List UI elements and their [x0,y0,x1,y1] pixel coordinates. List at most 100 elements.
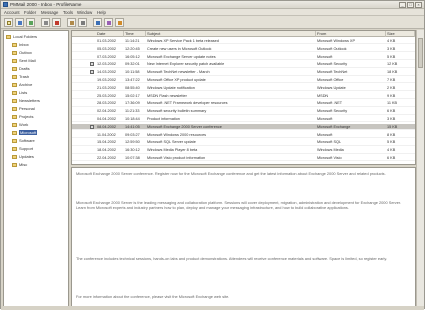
print-icon [44,21,48,25]
forward-button[interactable] [26,18,35,27]
maximize-button[interactable]: □ [407,2,414,8]
message-subject: Microsoft .NET Framework developer resou… [147,101,228,106]
folder-label: Misc [19,162,28,167]
message-row[interactable]: 01.03.2002 11:14:21 Windows XP Service Pac… [72,38,415,45]
minimize-button[interactable]: _ [399,2,406,8]
filter-button[interactable] [104,18,113,27]
message-list[interactable]: Date Time Subject From Size 01.03.2002 11… [71,30,416,165]
column-date[interactable]: Date [96,31,124,37]
menu-window[interactable]: Window [77,10,92,15]
message-row[interactable]: 19.03.2002 13:47:22 Microsoft Office XP pr… [72,77,415,84]
folder-icon [12,131,17,135]
title-bar[interactable]: PMMail 2000 - Inbox - ProfileName _ □ × [1,1,424,9]
message-row[interactable]: 21.03.2002 08:55:40 Windows Update notific… [72,85,415,92]
folder-item[interactable]: Trash [12,74,29,80]
message-size: 11 KB [387,101,398,106]
reply-icon [18,21,22,25]
scrollbar-thumb[interactable] [418,38,423,68]
column-subject[interactable]: Subject [146,31,316,37]
folder-item[interactable]: Updates [12,154,34,160]
folder-icon [12,75,17,79]
folder-label: Updates [19,154,34,159]
folder-item[interactable]: Sent Mail [12,58,36,64]
message-size: 9 KB [387,93,396,98]
message-row[interactable]: 07.03.2002 16:05:12 Microsoft Exchange Ser… [72,54,415,60]
folder-icon [12,67,17,71]
delete-button[interactable] [52,18,61,27]
folder-item[interactable]: Archive [12,82,32,88]
message-subject: Microsoft Office XP product update [147,78,206,82]
message-row[interactable]: 04.04.2002 10:18:44 Product information Mic… [72,116,415,123]
message-row[interactable]: 08.04.2002 14:41:05 Microsoft Exchange 200… [72,123,415,131]
folder-item[interactable]: Projects [12,114,33,120]
message-date: 19.03.2002 [97,78,117,82]
message-time: 10:11:58 [125,70,140,75]
folder-icon [12,99,17,103]
message-time: 17:36:09 [125,101,140,106]
address-book-button[interactable] [67,18,76,27]
message-row[interactable]: 02.04.2002 11:21:33 Microsoft security bul… [72,108,415,115]
folder-icon [12,83,17,87]
folder-item[interactable]: Outbox [12,50,32,56]
message-row[interactable]: 28.03.2002 17:36:09 Microsoft .NET Framewo… [72,100,415,107]
folder-item[interactable]: Inbox [12,42,29,48]
vertical-scrollbar[interactable] [416,30,424,308]
print-button[interactable] [41,18,50,27]
folder-item[interactable]: Lists [12,90,27,96]
folder-icon [12,139,17,143]
message-date: 01.03.2002 [97,39,117,43]
menu-tools[interactable]: Tools [63,10,73,15]
menu-folder[interactable]: Folder [24,10,36,15]
message-date: 07.03.2002 [97,54,117,59]
attach-icon [81,21,85,25]
folder-item[interactable]: Microsoft [12,130,38,136]
menu-help[interactable]: Help [97,10,106,15]
menu-message[interactable]: Message [41,10,58,15]
folder-label: Personal [19,106,35,111]
send-receive-button[interactable] [93,18,102,27]
folder-label: Microsoft [19,130,38,135]
folder-item[interactable]: Misc [12,162,27,168]
message-preview[interactable]: Microsoft Exchange 2000 Server conferenc… [71,167,416,308]
message-row[interactable]: 18.04.2002 16:30:12 Windows Media Player 8… [72,147,415,154]
message-row[interactable]: 25.03.2002 15:02:17 MSDN Flash newsletter M… [72,93,415,99]
reply-button[interactable] [15,18,24,27]
folder-item[interactable]: Work [12,122,28,128]
folder-item[interactable]: Personal [12,106,35,112]
folder-item[interactable]: Support [12,146,33,152]
message-row[interactable]: 15.04.2002 12:59:50 Microsoft SQL Server u… [72,139,415,146]
message-date: 18.04.2002 [97,148,117,153]
message-date: 12.03.2002 [97,62,117,67]
message-row[interactable]: 14.03.2002 10:11:58 Microsoft TechNet news… [72,69,415,76]
message-size: 2 KB [387,85,396,90]
column-time[interactable]: Time [124,31,146,37]
folder-tree[interactable]: Local Folders Inbox Outbox Sent Mail Drafts T… [3,30,69,308]
folder-item[interactable]: Local Folders [6,34,37,40]
column-from[interactable]: From [316,31,386,37]
attachment-icon [90,70,94,75]
message-from: Microsoft [317,132,333,137]
message-date: 11.04.2002 [97,132,116,137]
folder-item[interactable]: Software [12,138,35,144]
new-mail-icon [7,21,11,25]
folder-item[interactable]: Drafts [12,66,30,72]
message-from: MSDN [317,93,329,98]
column-size[interactable]: Size [386,31,415,37]
search-button[interactable] [115,18,124,27]
preview-paragraph: Microsoft Exchange 2000 Server conferenc… [76,171,386,176]
menu-account[interactable]: Account [4,10,20,15]
folder-item[interactable]: Newsletters [12,98,40,104]
message-date: 04.04.2002 [97,117,117,121]
application-window: PMMail 2000 - Inbox - ProfileName _ □ × … [0,0,425,310]
folder-label: Inbox [19,42,29,47]
message-from: Windows Update [317,85,346,90]
close-button[interactable]: × [415,2,422,8]
attach-button[interactable] [78,18,87,27]
message-row[interactable]: 05.03.2002 12:20:45 Create new users in Mi… [72,46,415,53]
new-mail-button[interactable] [4,18,13,27]
message-row[interactable]: 11.04.2002 09:03:27 Microsoft Windows 2000… [72,132,415,138]
message-row[interactable]: 22.04.2002 10:07:38 Microsoft Visio produc… [72,155,415,162]
message-row[interactable]: 12.03.2002 09:32:01 New Internet Explorer … [72,61,415,68]
forward-icon [29,21,33,25]
folder-icon [12,59,17,63]
